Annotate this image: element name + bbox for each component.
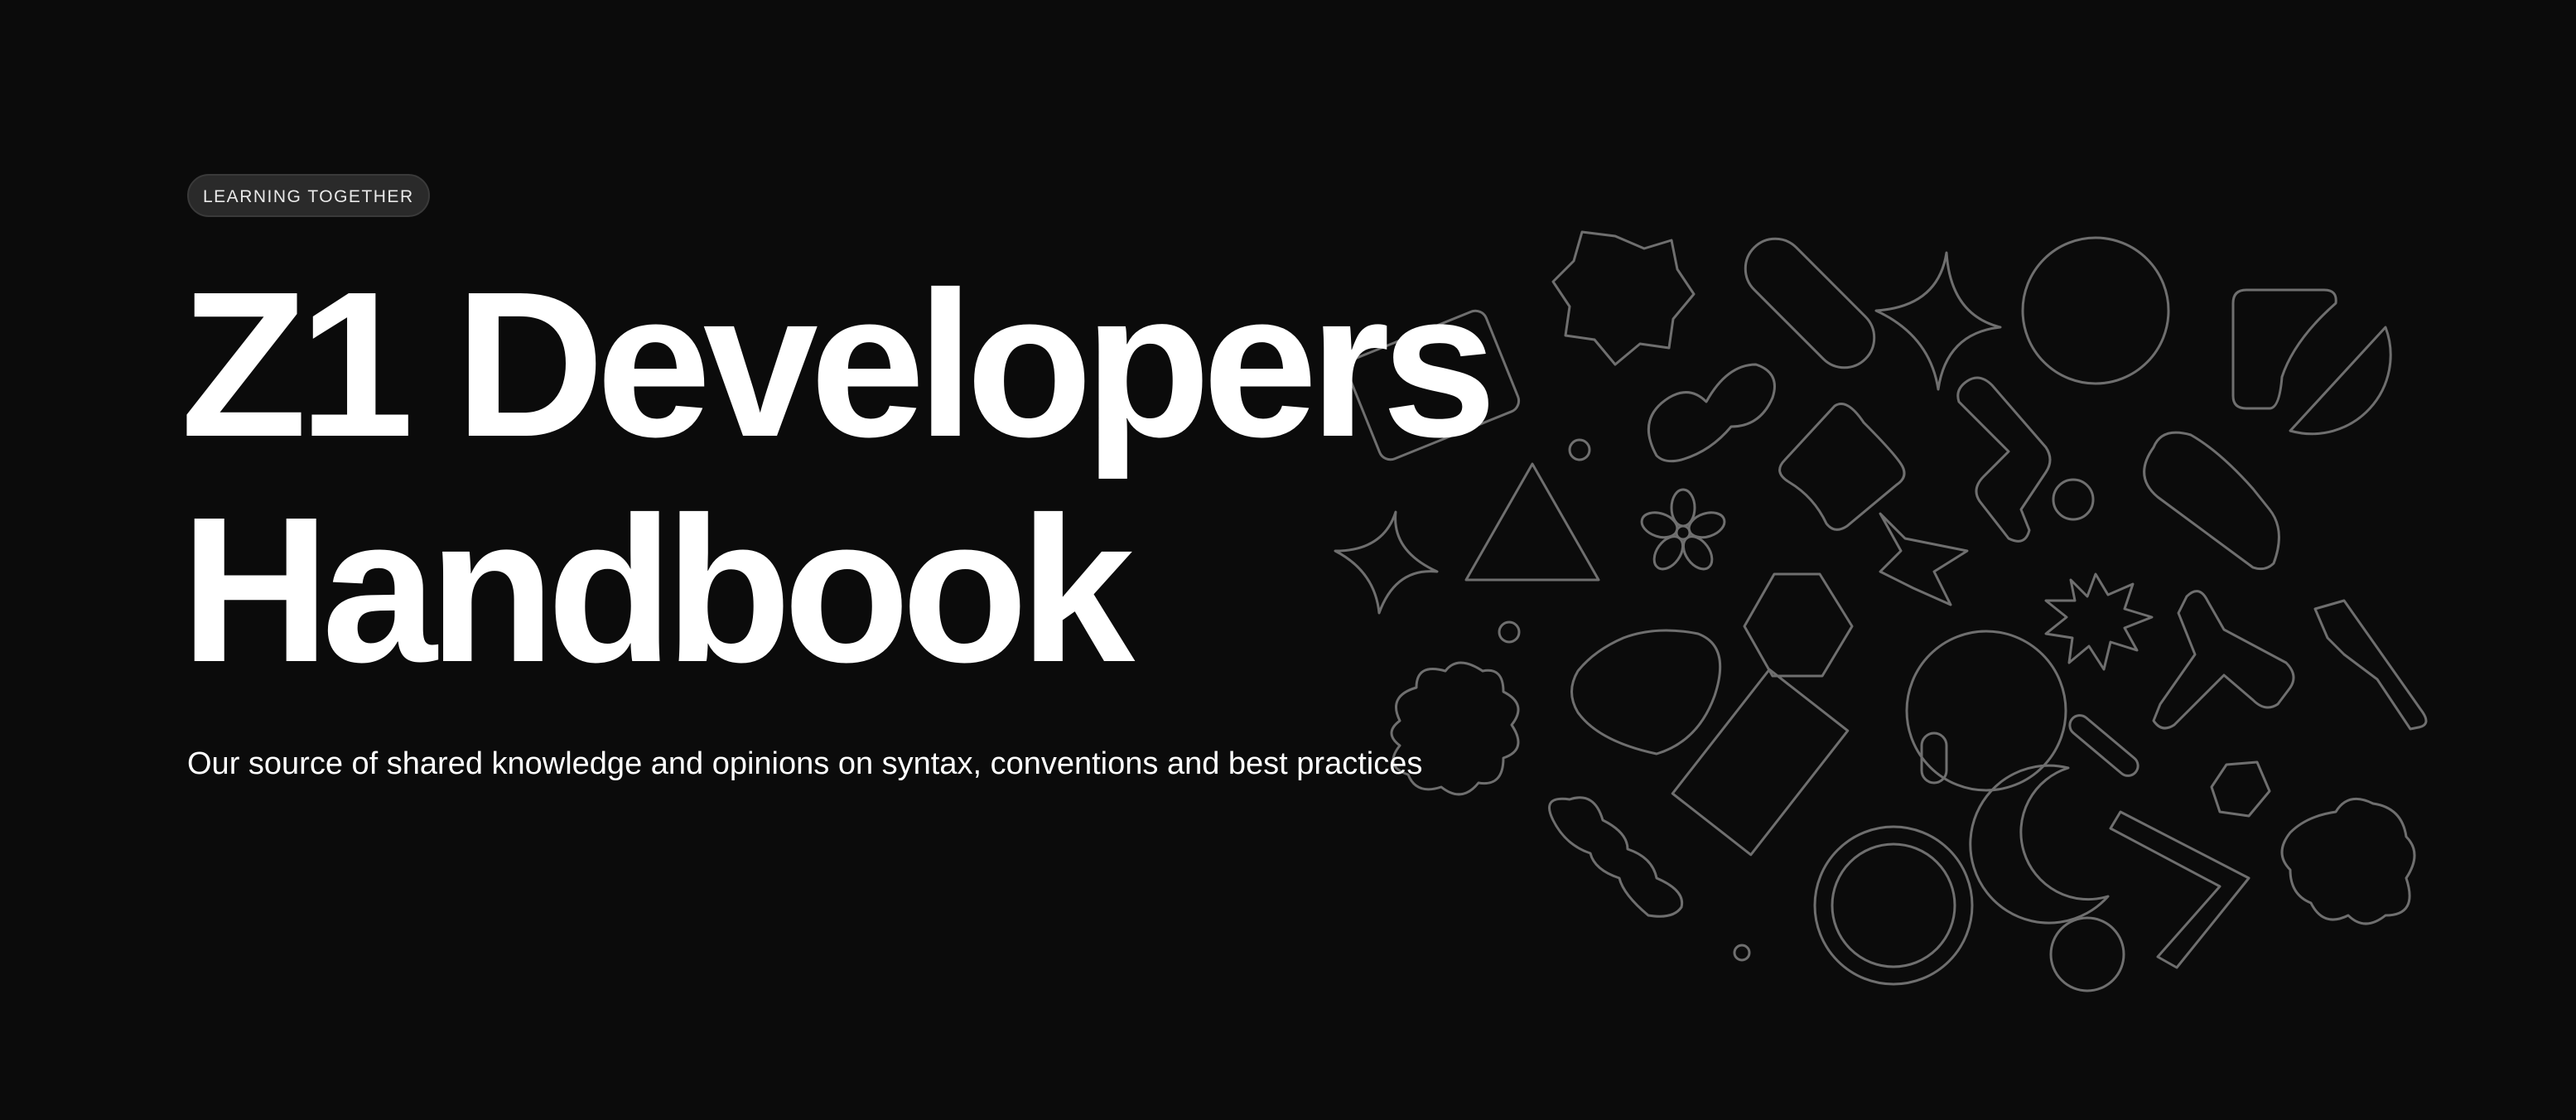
slanted-bar-shape (2313, 599, 2428, 731)
sparkle-shape (1874, 251, 2002, 391)
bowtie-shape (1778, 403, 1906, 531)
page-title-line-2: Handbook (181, 474, 1135, 705)
pill-shape (1744, 237, 1876, 369)
circle-shape (2021, 236, 2170, 385)
corner-shape (2231, 288, 2337, 410)
ribbon-shape (1879, 512, 1969, 606)
capsule-shape (2068, 714, 2139, 777)
flower-shape (1640, 488, 1726, 571)
category-badge: LEARNING TOGETHER (187, 174, 430, 217)
half-circle-shape (2289, 326, 2392, 436)
small-circle-shape (1498, 620, 1521, 644)
wave-shape (1548, 796, 1684, 918)
ring-outer-shape (1813, 825, 1974, 986)
page-title: Z1 Developers Handbook (181, 249, 1497, 705)
zigzag-shape (1956, 376, 2052, 543)
page-title-line-1: Z1 Developers (181, 249, 1497, 480)
keyhole-shape (1920, 731, 1948, 784)
star-burst-shape (1551, 230, 1696, 366)
small-circle-shape (1733, 944, 1751, 962)
page-subtitle: Our source of shared knowledge and opini… (187, 746, 1423, 781)
cross-blob-shape (2280, 797, 2416, 925)
circle-shape (2049, 916, 2125, 992)
hero-content: LEARNING TOGETHER Z1 Developers Handbook… (181, 174, 1497, 815)
squiggle-shape (1647, 363, 1776, 463)
small-hexagon-shape (2210, 760, 2271, 818)
hexagon-shape (1743, 572, 1854, 678)
moon-shape (1969, 764, 2110, 924)
small-circle-shape (1568, 438, 1591, 461)
l-shape (2109, 810, 2250, 969)
blob-shape (1570, 629, 1722, 756)
diagonal-rect-shape (1671, 668, 1850, 857)
small-circle-shape (2052, 478, 2095, 521)
tool-shape (2152, 590, 2295, 730)
paddle-shape (2143, 431, 2280, 571)
hero-section: LEARNING TOGETHER Z1 Developers Handbook… (0, 0, 2576, 1120)
spiky-star-shape (2044, 572, 2154, 671)
ring-inner-shape (1831, 842, 1956, 968)
